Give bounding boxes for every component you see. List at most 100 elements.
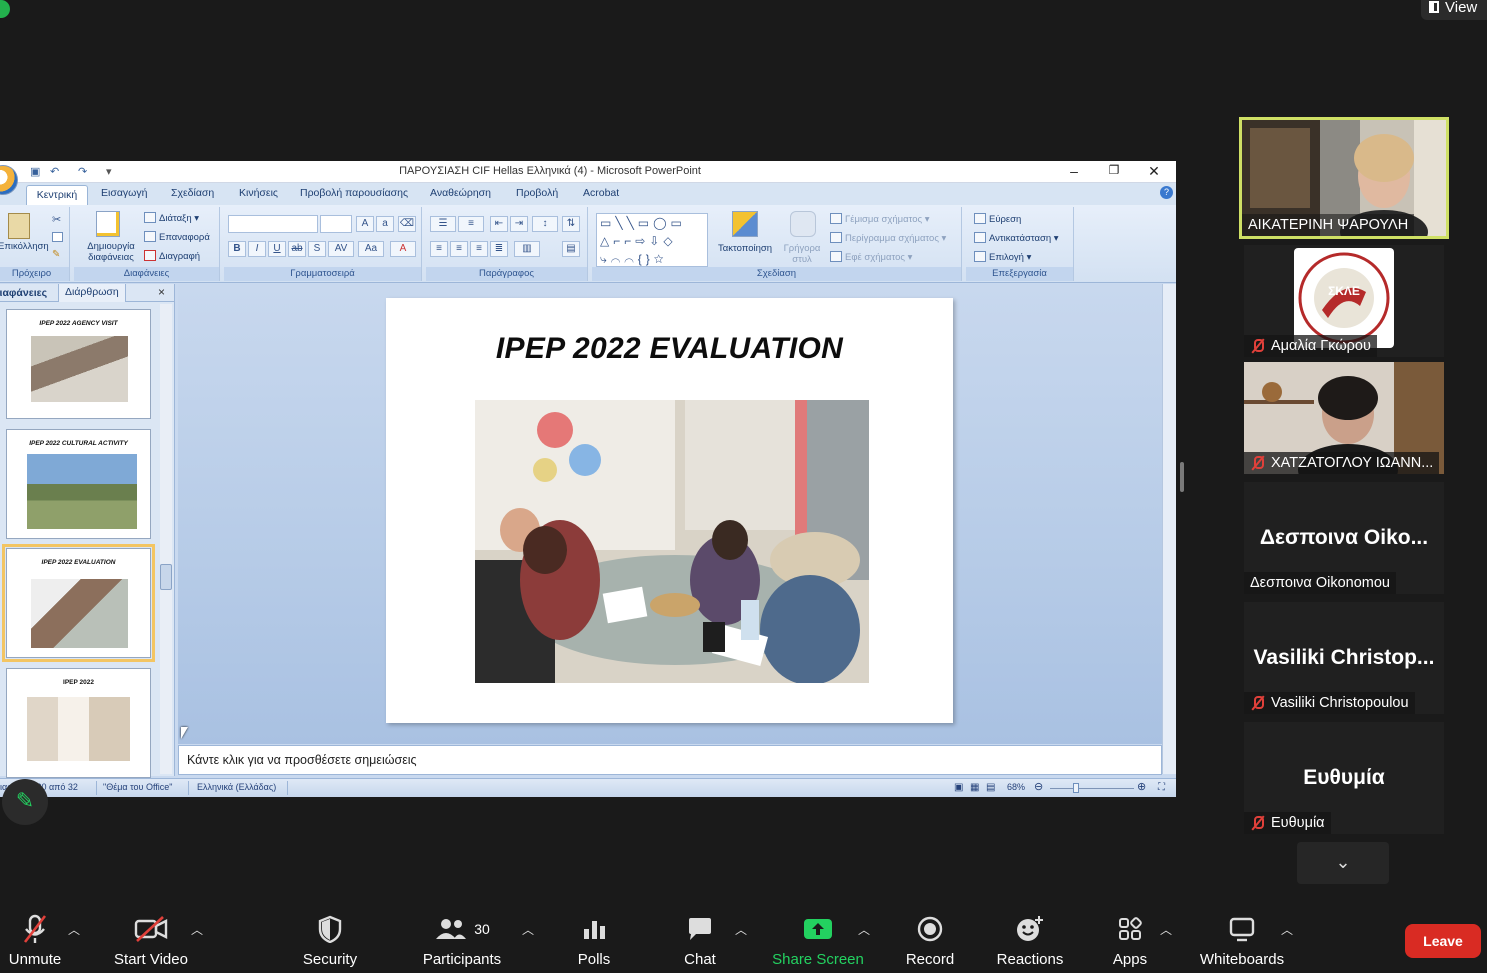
slide-thumbnail[interactable]: IPEP 2022 [6, 668, 151, 778]
zoom-level[interactable]: 68% [1007, 782, 1025, 792]
bold-button[interactable]: B [228, 241, 246, 257]
shape-outline-button[interactable]: Περίγραμμα σχήματος ▾ [830, 232, 946, 244]
notes-pane[interactable]: Κάντε κλικ για να προσθέσετε σημειώσεις [178, 745, 1162, 775]
quick-styles-button[interactable]: Γρήγορα στυλ [782, 243, 822, 265]
pane-tab-slides[interactable]: Διαφάνειες [0, 287, 47, 299]
unmute-button[interactable]: Unmute [4, 913, 66, 968]
underline-button[interactable]: U [268, 241, 286, 257]
security-button[interactable]: Security [298, 913, 362, 968]
leave-button[interactable]: Leave [1405, 924, 1481, 958]
gallery-scroll-down-button[interactable]: ⌄ [1297, 842, 1389, 884]
minimize-button[interactable]: – [1064, 163, 1084, 179]
decrease-indent-button[interactable]: ⇤ [490, 216, 508, 232]
pane-tab-outline[interactable]: Διάρθρωση [58, 284, 126, 302]
record-button[interactable]: Record [902, 913, 958, 968]
view-slideshow-icon[interactable]: ▤ [986, 782, 995, 793]
increase-indent-button[interactable]: ⇥ [510, 216, 528, 232]
share-screen-button[interactable]: Share Screen [770, 913, 866, 968]
pane-scrollbar[interactable] [160, 304, 172, 774]
view-normal-icon[interactable]: ▣ [954, 782, 963, 793]
slide-title[interactable]: IPEP 2022 EVALUATION [386, 332, 953, 366]
start-video-button[interactable]: Start Video [108, 913, 194, 968]
clear-format-button[interactable]: ⌫ [398, 216, 416, 232]
font-color-button[interactable]: A [390, 241, 416, 257]
grow-font-button[interactable]: A [356, 216, 374, 232]
apps-options-caret-icon[interactable]: ︿ [1160, 921, 1172, 938]
numbering-button[interactable]: ≡ [458, 216, 484, 232]
align-center-button[interactable]: ≡ [450, 241, 468, 257]
slide-thumbnail[interactable]: IPEP 2022 CULTURAL ACTIVITY [6, 429, 151, 539]
new-slide-button[interactable]: Δημιουργία διαφάνειας [80, 241, 142, 263]
participants-options-caret-icon[interactable]: ︿ [522, 921, 534, 938]
align-right-button[interactable]: ≡ [470, 241, 488, 257]
tab-acrobat[interactable]: Acrobat [583, 187, 619, 199]
reset-button[interactable]: Επαναφορά [144, 231, 210, 243]
paste-icon[interactable] [8, 213, 30, 239]
participant-tile[interactable]: Δεσποινα Oiko... Δεσποινα Oikonomou [1244, 482, 1444, 594]
strikethrough-button[interactable]: ab [288, 241, 306, 257]
arrange-button[interactable]: Τακτοποίηση [718, 243, 772, 254]
tab-review[interactable]: Αναθεώρηση [430, 187, 491, 199]
delete-slide-button[interactable]: Διαγραφή [144, 250, 200, 262]
shapes-gallery[interactable]: ▭╲╲▭◯▭ △⌐⌐⇨⇩◇ ⤷⌒⌒{}☆ [596, 213, 708, 267]
layout-button[interactable]: Διάταξη ▾ [144, 212, 199, 224]
char-spacing-button[interactable]: AV [328, 241, 354, 257]
apps-button[interactable]: Apps [1106, 913, 1154, 968]
current-slide[interactable]: IPEP 2022 EVALUATION [386, 298, 953, 723]
video-options-caret-icon[interactable]: ︿ [191, 921, 203, 938]
restore-button[interactable]: ❐ [1104, 163, 1124, 177]
resize-handle[interactable] [1180, 462, 1184, 492]
zoom-slider[interactable] [1050, 788, 1134, 789]
justify-button[interactable]: ≣ [490, 241, 508, 257]
align-text-button[interactable]: ▤ [562, 241, 580, 257]
tab-slideshow[interactable]: Προβολή παρουσίασης [300, 187, 408, 199]
replace-button[interactable]: Αντικατάσταση ▾ [974, 232, 1059, 244]
shadow-button[interactable]: S [308, 241, 326, 257]
tab-animations[interactable]: Κινήσεις [239, 187, 278, 199]
annotate-pencil-button[interactable]: ✎ [2, 779, 48, 825]
participant-tile[interactable]: ΣΚΛΕ Αμαλία Γκώρου [1244, 245, 1444, 357]
fit-to-window-icon[interactable]: ⛶ [1158, 782, 1165, 793]
select-button[interactable]: Επιλογή ▾ [974, 251, 1031, 263]
tab-design[interactable]: Σχεδίαση [171, 187, 214, 199]
share-options-caret-icon[interactable]: ︿ [858, 921, 870, 938]
pane-close-icon[interactable]: × [158, 285, 165, 299]
view-button[interactable]: View [1421, 0, 1487, 20]
italic-button[interactable]: I [248, 241, 266, 257]
zoom-slider-thumb[interactable] [1073, 783, 1079, 793]
shrink-font-button[interactable]: a [376, 216, 394, 232]
participants-button[interactable]: 30 Participants [416, 913, 508, 968]
slide-photo[interactable] [475, 400, 869, 683]
polls-button[interactable]: Polls [570, 913, 618, 968]
font-size-field[interactable] [320, 215, 352, 233]
close-window-button[interactable]: ✕ [1144, 163, 1164, 180]
participant-tile[interactable]: Ευθυμία Ευθυμία [1244, 722, 1444, 834]
change-case-button[interactable]: Aa [358, 241, 384, 257]
paste-button[interactable]: Επικόλληση [0, 241, 49, 252]
participant-tile[interactable]: Vasiliki Christop... Vasiliki Christopou… [1244, 602, 1444, 714]
zoom-in-icon[interactable]: ⊕ [1137, 780, 1146, 793]
whiteboards-options-caret-icon[interactable]: ︿ [1281, 921, 1293, 938]
text-direction-button[interactable]: ⇅ [562, 216, 580, 232]
shape-effects-button[interactable]: Εφέ σχήματος ▾ [830, 251, 912, 263]
align-left-button[interactable]: ≡ [430, 241, 448, 257]
quick-styles-icon[interactable] [790, 211, 816, 237]
new-slide-icon[interactable] [96, 211, 120, 237]
tab-view[interactable]: Προβολή [516, 187, 558, 199]
copy-icon[interactable] [52, 232, 63, 242]
tab-insert[interactable]: Εισαγωγή [101, 187, 147, 199]
pane-scroll-thumb[interactable] [160, 564, 172, 590]
whiteboards-button[interactable]: Whiteboards [1196, 913, 1288, 968]
chat-button[interactable]: Chat [676, 913, 724, 968]
tab-home[interactable]: Κεντρική [26, 185, 88, 205]
slide-scrollbar[interactable] [1162, 284, 1176, 774]
find-button[interactable]: Εύρεση [974, 213, 1021, 225]
cut-icon[interactable]: ✂ [52, 213, 61, 226]
view-sorter-icon[interactable]: ▦ [970, 782, 979, 793]
shape-fill-button[interactable]: Γέμισμα σχήματος ▾ [830, 213, 930, 225]
participant-tile-active[interactable]: ΑΙΚΑΤΕΡΙΝΗ ΨΑΡΟΥΛΗ [1239, 117, 1449, 239]
font-name-field[interactable] [228, 215, 318, 233]
participant-tile[interactable]: ΧΑΤΖΑΤΟΓΛΟΥ ΙΩΑΝΝ... [1244, 362, 1444, 474]
columns-button[interactable]: ▥ [514, 241, 540, 257]
arrange-icon[interactable] [732, 211, 758, 237]
